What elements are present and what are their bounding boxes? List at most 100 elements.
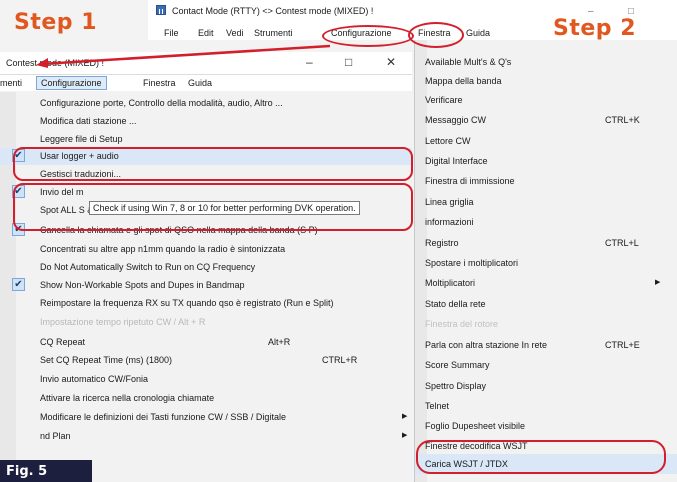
menu-item-digital-interface[interactable]: Digital Interface xyxy=(415,151,677,171)
figure-label: Fig. 5 xyxy=(6,464,48,479)
annotation-ring-finestra xyxy=(408,22,464,48)
menu-item-parla-altra-stazione[interactable]: Parla con altra stazione In rete CTRL+E xyxy=(415,335,677,355)
menu-item-messaggio-cw[interactable]: Messaggio CW CTRL+K xyxy=(415,110,677,130)
menu-item-label: Leggere file di Setup xyxy=(40,134,123,144)
menu-item-band-plan[interactable]: nd Plan ▶ xyxy=(0,428,412,445)
submenu-arrow-icon: ▶ xyxy=(655,279,661,286)
left-menubar: menti Configurazione Finestra Guida xyxy=(0,75,412,91)
menu-item-configurazione-porte[interactable]: Configurazione porte, Controllo della mo… xyxy=(0,95,412,112)
menu-item-stato-rete[interactable]: Stato della rete xyxy=(415,294,677,314)
menu-guida[interactable]: Guida xyxy=(466,28,490,38)
annotation-ring-configurazione xyxy=(322,25,414,47)
menu-item-moltiplicatori[interactable]: Moltiplicatori ▶ xyxy=(415,273,677,293)
menu-item-label: Concentrati su altre app n1mm quando la … xyxy=(40,244,286,254)
menu-item-label: Spettro Display xyxy=(425,381,487,391)
menu-item-label: Stato della rete xyxy=(425,299,486,309)
menu-item-label: Score Summary xyxy=(425,360,490,370)
menu-item-spostare-moltiplicatori[interactable]: Spostare i moltiplicatori xyxy=(415,253,677,273)
menu-item-label: Telnet xyxy=(425,401,450,411)
menu-item-label: Finestra di immissione xyxy=(425,176,515,186)
menu-item-label: Messaggio CW xyxy=(425,115,487,125)
figure-label-box: Fig. 5 xyxy=(0,460,92,482)
maximize-button[interactable]: □ xyxy=(345,55,352,69)
submenu-arrow-icon: ▶ xyxy=(402,413,408,420)
close-button[interactable]: ✕ xyxy=(386,55,396,69)
menu-item-foglio-dupesheet[interactable]: Foglio Dupesheet visibile xyxy=(415,416,677,436)
menu-guida[interactable]: Guida xyxy=(188,78,212,88)
menu-item-score-summary[interactable]: Score Summary xyxy=(415,355,677,375)
menu-item-label: Modificare le definizioni dei Tasti funz… xyxy=(40,412,286,422)
menu-strumenti-partial[interactable]: menti xyxy=(0,78,22,88)
menu-configurazione[interactable]: Configurazione xyxy=(36,76,107,90)
menu-item-registro[interactable]: Registro CTRL+L xyxy=(415,233,677,253)
menu-item-label: informazioni xyxy=(425,217,474,227)
annotation-box-carica-wsjt xyxy=(416,440,666,474)
annotation-box-usar-logger xyxy=(13,147,413,181)
shortcut-label: CTRL+E xyxy=(605,340,640,350)
menu-item-label: Available Mult's & Q's xyxy=(425,57,512,67)
menu-item-label: Impostazione tempo ripetuto CW / Alt + R xyxy=(40,317,206,327)
step1-label: Step 1 xyxy=(14,10,97,35)
shortcut-label: CTRL+L xyxy=(605,238,639,248)
menu-item-mappa-banda[interactable]: Mappa della banda xyxy=(415,71,677,91)
menu-item-label: Parla con altra stazione In rete xyxy=(425,340,548,350)
menu-item-label: Set CQ Repeat Time (ms) (1800) xyxy=(40,355,173,365)
menu-item-concentrati[interactable]: Concentrati su altre app n1mm quando la … xyxy=(0,241,412,258)
menu-item-label: Show Non-Workable Spots and Dupes in Ban… xyxy=(40,280,245,290)
menu-item-label: Registro xyxy=(425,238,459,248)
menu-item-finestra-rotore: Finestra del rotore xyxy=(415,314,677,334)
main-window-title: Contact Mode (RTTY) <> Contest mode (MIX… xyxy=(172,6,374,16)
menu-item-cq-repeat[interactable]: CQ Repeat Alt+R xyxy=(0,334,412,351)
shortcut-label: CTRL+K xyxy=(605,115,640,125)
menu-strumenti[interactable]: Strumenti xyxy=(254,28,293,38)
menu-item-spettro-display[interactable]: Spettro Display xyxy=(415,376,677,396)
finestra-dropdown: Available Mult's & Q's Mappa della banda… xyxy=(414,40,677,482)
menu-item-reimpostare-frequenza[interactable]: Reimpostare la frequenza RX su TX quando… xyxy=(0,295,412,312)
menu-item-label: Configurazione porte, Controllo della mo… xyxy=(40,98,283,108)
menu-item-show-non-workable[interactable]: ✔ Show Non-Workable Spots and Dupes in Ba… xyxy=(0,277,412,294)
app-icon xyxy=(156,5,166,15)
menu-item-linea-griglia[interactable]: Linea griglia xyxy=(415,192,677,212)
menu-item-label: Reimpostare la frequenza RX su TX quando… xyxy=(40,298,334,308)
menu-item-label: Verificare xyxy=(425,95,463,105)
menu-item-label: Modifica dati stazione ... xyxy=(40,116,137,126)
menu-item-verificare[interactable]: Verificare xyxy=(415,90,677,110)
menu-item-label: Do Not Automatically Switch to Run on CQ… xyxy=(40,262,256,272)
menu-item-finestra-immissione[interactable]: Finestra di immissione xyxy=(415,171,677,191)
menu-item-label: nd Plan xyxy=(40,431,71,441)
menu-edit[interactable]: Edit xyxy=(198,28,214,38)
menu-item-leggere-setup[interactable]: Leggere file di Setup xyxy=(0,131,412,148)
menu-item-informazioni[interactable]: informazioni xyxy=(415,212,677,232)
checkmark-icon: ✔ xyxy=(12,278,25,291)
menu-item-invio-automatico[interactable]: Invio automatico CW/Fonia xyxy=(0,371,412,388)
menu-item-label: Linea griglia xyxy=(425,197,474,207)
shortcut-label: Alt+R xyxy=(268,337,291,347)
menu-item-lettore-cw[interactable]: Lettore CW xyxy=(415,131,677,151)
menu-item-label: Attivare la ricerca nella cronologia chi… xyxy=(40,393,215,403)
menu-item-available-mults[interactable]: Available Mult's & Q's xyxy=(415,52,677,72)
menu-item-label: Spostare i moltiplicatori xyxy=(425,258,519,268)
menu-item-label: Mappa della banda xyxy=(425,76,502,86)
menu-item-impostazione-tempo: Impostazione tempo ripetuto CW / Alt + R xyxy=(0,314,412,331)
menu-item-label: Invio automatico CW/Fonia xyxy=(40,374,149,384)
submenu-arrow-icon: ▶ xyxy=(402,432,408,439)
menu-item-label: Moltiplicatori xyxy=(425,278,476,288)
shortcut-label: CTRL+R xyxy=(322,355,358,365)
menu-item-label: Lettore CW xyxy=(425,136,471,146)
menu-vedi[interactable]: Vedi xyxy=(226,28,244,38)
step2-label: Step 2 xyxy=(553,16,636,41)
menu-item-set-cq-repeat-time[interactable]: Set CQ Repeat Time (ms) (1800) CTRL+R xyxy=(0,352,412,369)
menu-item-modificare-tasti[interactable]: Modificare le definizioni dei Tasti funz… xyxy=(0,409,412,426)
menu-item-modifica-dati[interactable]: Modifica dati stazione ... xyxy=(0,113,412,130)
menu-item-attivare-ricerca[interactable]: Attivare la ricerca nella cronologia chi… xyxy=(0,390,412,407)
menu-item-telnet[interactable]: Telnet xyxy=(415,396,677,416)
menu-finestra[interactable]: Finestra xyxy=(143,78,176,88)
menu-file[interactable]: File xyxy=(164,28,179,38)
menu-item-label: Digital Interface xyxy=(425,156,488,166)
menu-item-label: Finestra del rotore xyxy=(425,319,499,329)
menu-item-label: Foglio Dupesheet visibile xyxy=(425,421,526,431)
menu-item-do-not-switch[interactable]: Do Not Automatically Switch to Run on CQ… xyxy=(0,259,412,276)
annotation-arrow xyxy=(36,44,331,68)
menu-item-label: CQ Repeat xyxy=(40,337,86,347)
annotation-box-invio xyxy=(13,183,413,231)
